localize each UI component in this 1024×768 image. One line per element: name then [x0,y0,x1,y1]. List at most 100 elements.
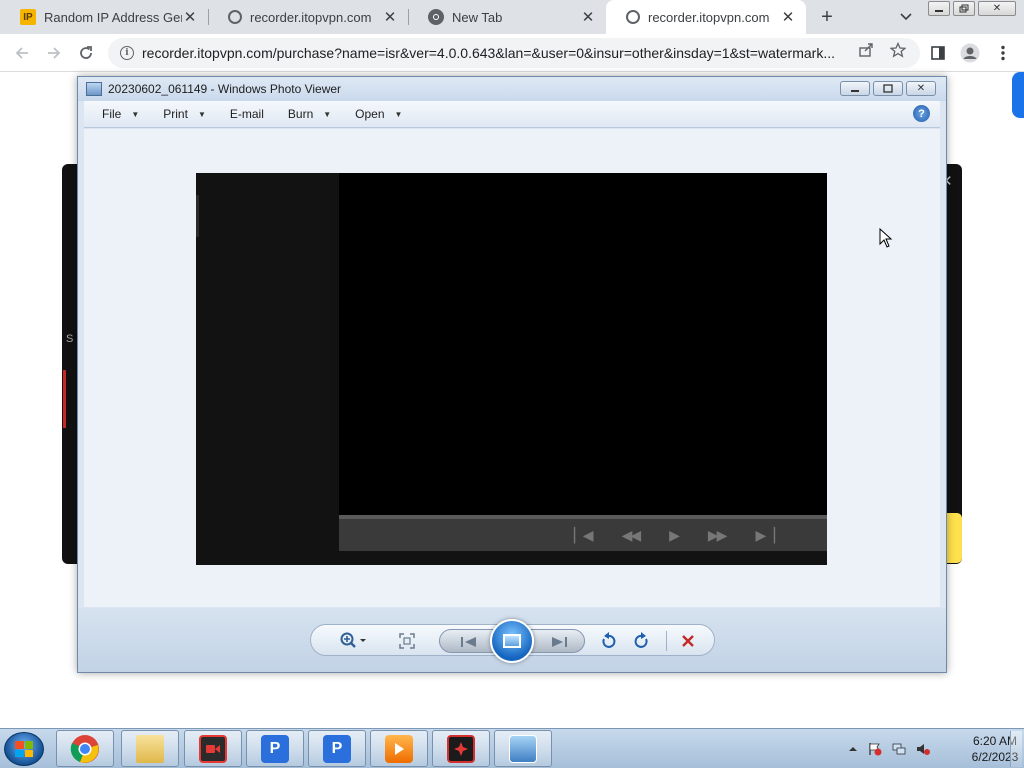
photo-viewer-icon [509,734,537,763]
globe-icon [626,10,640,24]
close-tab-icon[interactable]: ✕ [382,9,398,26]
menu-open[interactable]: Open ▼ [355,107,402,121]
start-button[interactable] [4,732,44,766]
tab-random-ip[interactable]: IP Random IP Address Gene ✕ [0,0,208,34]
fast-forward-icon: ▶▶ [707,526,727,543]
previous-icon[interactable] [454,630,484,654]
more-menu-icon[interactable] [990,40,1016,66]
rotate-clockwise-icon[interactable] [631,629,653,653]
slideshow-icon[interactable] [490,619,534,663]
actual-size-icon[interactable] [397,629,417,653]
window-restore-button[interactable] [953,1,975,16]
globe-icon [228,10,242,24]
video-editor-icon [447,734,475,763]
menu-print[interactable]: Print ▼ [163,107,206,121]
address-bar[interactable]: i recorder.itopvpn.com/purchase?name=isr… [108,38,920,68]
menu-label: Print [163,107,188,121]
share-icon[interactable] [857,41,875,59]
photo-viewer-close-button[interactable]: ✕ [906,81,936,96]
window-close-button[interactable]: ✕ [978,1,1016,16]
photo-viewer-maximize-button[interactable] [873,81,903,96]
bookmark-star-icon[interactable] [889,41,907,59]
tab-recorder-active[interactable]: recorder.itopvpn.com ✕ [606,0,806,34]
network-icon[interactable] [892,742,906,756]
skip-back-icon: ▏◀ [574,526,593,543]
profile-avatar-icon[interactable] [957,40,983,66]
menu-email[interactable]: E-mail [230,107,264,121]
forward-arrow-icon[interactable] [41,40,67,66]
photo-video-frame [339,173,827,515]
tab-title: recorder.itopvpn.com [648,9,770,25]
action-center-flag-icon[interactable] [868,742,882,756]
reload-icon[interactable] [73,40,99,66]
toolbar-separator [666,631,667,651]
show-desktop-button[interactable] [1010,731,1022,767]
tab-new-tab[interactable]: New Tab ✕ [408,0,606,34]
help-icon[interactable]: ? [913,105,930,122]
next-icon[interactable] [544,630,574,654]
photo-viewer-title: 20230602_061149 - Windows Photo Viewer [108,82,342,96]
side-panel-icon[interactable] [925,40,951,66]
back-arrow-icon[interactable] [9,40,35,66]
delete-icon[interactable] [677,629,699,653]
photo-edge-detail [196,195,199,237]
recorder-icon [199,734,227,763]
close-tab-icon[interactable]: ✕ [182,9,198,26]
menu-label: Open [355,107,385,121]
tab-search-chevron-icon[interactable] [896,7,916,27]
browser-toolbar: i recorder.itopvpn.com/purchase?name=isr… [0,34,1024,72]
ip-favicon-icon: IP [20,9,36,25]
volume-muted-icon[interactable] [916,742,930,756]
photo-viewer-menubar: File ▼ Print ▼ E-mail Burn ▼ Open ▼ [84,101,940,128]
windows-taskbar: P P 6:20 AM 6/2/2023 [0,728,1024,768]
taskbar-p-app-icon-2[interactable]: P [308,730,366,767]
photo-display-area: ▏◀ ◀◀ ▶ ▶▶ ▶▕ [84,129,940,607]
play-icon: ▶ [669,526,680,543]
taskbar-photo-viewer-icon[interactable] [494,730,552,767]
tab-title: New Tab [452,9,503,25]
chrome-icon [428,9,444,25]
caret-down-icon: ▼ [323,109,332,119]
caret-down-icon: ▼ [394,109,403,119]
page-yellow-button[interactable] [946,513,962,563]
taskbar-media-player-icon[interactable] [370,730,428,767]
tab-title: recorder.itopvpn.com [250,9,372,25]
caret-down-icon: ▼ [131,109,140,119]
menu-label: E-mail [229,107,264,121]
rotate-counterclockwise-icon[interactable] [597,629,619,653]
close-tab-icon[interactable]: ✕ [580,9,596,26]
taskbar-file-explorer-icon[interactable] [121,730,179,767]
p-app-icon: P [261,734,289,763]
show-hidden-icons-icon[interactable] [846,742,860,756]
url-text[interactable]: recorder.itopvpn.com/purchase?name=isr&v… [142,45,920,61]
menu-label: File [102,107,122,121]
page-partial-text: S [66,333,74,345]
close-tab-icon[interactable]: ✕ [780,9,796,26]
tab-recorder-1[interactable]: recorder.itopvpn.com ✕ [208,0,408,34]
window-minimize-button[interactable] [928,1,950,16]
picture-glyph [503,634,521,648]
displayed-photo: ▏◀ ◀◀ ▶ ▶▶ ▶▕ [196,173,827,565]
menu-file[interactable]: File ▼ [102,107,139,121]
zoom-icon[interactable] [337,629,371,653]
site-info-icon[interactable]: i [120,46,134,60]
system-tray: 6:20 AM 6/2/2023 [842,729,1024,768]
taskbar-screen-recorder-icon[interactable] [184,730,242,767]
taskbar-p-app-icon[interactable]: P [246,730,304,767]
photo-viewer-titlebar[interactable]: 20230602_061149 - Windows Photo Viewer [78,77,946,101]
taskbar-video-editor-icon[interactable] [432,730,490,767]
photo-viewer-minimize-button[interactable] [840,81,870,96]
media-player-icon [385,734,413,763]
taskbar-chrome-icon[interactable] [56,730,114,767]
mouse-cursor-icon [879,228,893,248]
photo-media-controls: ▏◀ ◀◀ ▶ ▶▶ ▶▕ [339,515,827,551]
folder-icon [136,734,164,763]
menu-burn[interactable]: Burn ▼ [288,107,331,121]
photo-viewer-window: 20230602_061149 - Windows Photo Viewer ✕… [77,76,947,673]
page-accent-stripe [63,370,66,428]
caret-down-icon: ▼ [197,109,206,119]
new-tab-button[interactable]: + [815,5,839,29]
rewind-icon: ◀◀ [621,526,641,543]
photo-viewer-controls [310,619,715,663]
page-side-widget[interactable] [1012,72,1024,118]
